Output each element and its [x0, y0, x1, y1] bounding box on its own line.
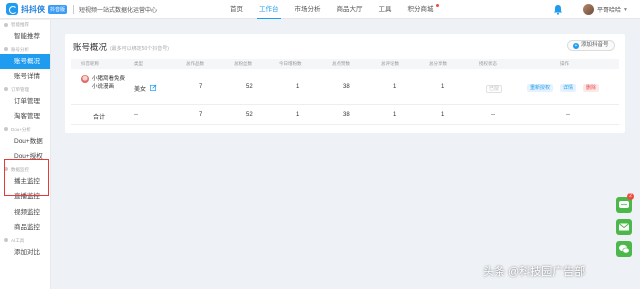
total-type: --	[134, 112, 138, 118]
envelope-icon	[618, 223, 630, 231]
cell-works: 7	[199, 84, 203, 90]
add-button-label: 添加抖音号	[581, 42, 609, 48]
account-avatar	[81, 75, 89, 83]
sidebar: 智能推荐 智能推荐 账号分析 账号概况 账号详情 订单管理 订单管理 淘客管理 …	[0, 20, 51, 289]
delete-button[interactable]: 删除	[583, 84, 600, 92]
highlight-box	[4, 159, 49, 196]
total-auth: --	[491, 112, 495, 118]
notification-dot	[435, 4, 439, 7]
main-nav: 首页 工作台 市场分析 商品大厅 工具 积分商城	[222, 0, 442, 19]
sidebar-item-add-compare[interactable]: 添加对比	[0, 245, 50, 261]
total-shares: 1	[441, 112, 445, 118]
total-actions: --	[566, 112, 570, 118]
user-menu[interactable]: 平哥哈哈 ▼	[583, 0, 628, 19]
col-nickname: 抖音昵称	[81, 61, 99, 66]
cell-type: 美女	[134, 87, 147, 93]
col-works: 总作品数	[186, 61, 204, 66]
account-nickname: 小猪窝看免费小说漫画	[92, 76, 126, 90]
nav-home[interactable]: 首页	[222, 0, 251, 19]
sidebar-group-label: Dou+分析	[11, 126, 31, 132]
avatar	[583, 4, 594, 15]
sidebar-group-recommend: 智能推荐	[0, 20, 50, 29]
col-today-fans: 今日增粉数	[279, 61, 302, 66]
app-name: 抖抖侠	[21, 4, 45, 14]
sidebar-item-goods-monitor[interactable]: 商品监控	[0, 220, 50, 236]
total-works: 7	[199, 112, 203, 118]
sidebar-group-account: 账号分析	[0, 45, 50, 54]
nav-tools[interactable]: 工具	[371, 0, 400, 19]
sidebar-item-account-detail[interactable]: 账号详情	[0, 69, 50, 85]
table-header: 抖音昵称 类型 总作品数 总粉丝数 今日增粉数 总点赞数 总评论数 总分享数 授…	[71, 59, 619, 69]
col-auth: 授权状态	[479, 61, 497, 66]
sidebar-item-smart-recommend[interactable]: 智能推荐	[0, 29, 50, 45]
mail-icon[interactable]	[616, 219, 632, 235]
cell-shares: 1	[441, 84, 445, 90]
reauthorize-button[interactable]: 重新授权	[527, 84, 554, 92]
chevron-down-icon: ▼	[623, 6, 628, 13]
sidebar-item-taoke-manage[interactable]: 淘客管理	[0, 109, 50, 125]
nav-points-mall-label: 积分商城	[407, 6, 434, 13]
page-title: 账号概况 (最多可以绑定50个抖音号)	[73, 41, 169, 53]
total-comments: 1	[393, 112, 397, 118]
app-tagline: 短视频一站式数据化运营中心	[73, 4, 157, 14]
table-row: 小猪窝看免费小说漫画 美女 7 52 1 38 1 1 已授 重新授权 详情 删…	[71, 71, 619, 105]
wechat-logo-icon	[619, 244, 630, 254]
detail-button[interactable]: 详情	[560, 84, 577, 92]
group-icon	[4, 47, 8, 51]
col-fans: 总粉丝数	[234, 61, 252, 66]
nav-workbench[interactable]: 工作台	[251, 0, 287, 19]
app-badge: 抖音版	[48, 4, 68, 14]
total-fans: 52	[246, 112, 253, 118]
chat-badge: 2	[627, 193, 634, 200]
nav-market-analysis[interactable]: 市场分析	[287, 0, 329, 19]
page-subtitle: (最多可以绑定50个抖音号)	[110, 46, 169, 52]
group-icon	[4, 22, 8, 27]
col-comments: 总评论数	[381, 61, 399, 66]
col-type: 类型	[134, 61, 143, 66]
user-name: 平哥哈哈	[597, 8, 622, 14]
watermark: 头条 @科技园广告部	[483, 266, 586, 278]
total-likes: 38	[343, 112, 350, 118]
sidebar-item-account-overview[interactable]: 账号概况	[0, 53, 50, 69]
group-icon	[4, 127, 8, 131]
total-today-fans: 1	[296, 112, 300, 118]
sidebar-group-label: AI工具	[11, 237, 25, 243]
sidebar-group-dou: Dou+分析	[0, 125, 50, 134]
cell-likes: 38	[343, 84, 350, 90]
add-douyin-account-button[interactable]: + 添加抖音号	[567, 40, 615, 51]
nav-goods-hall[interactable]: 商品大厅	[329, 0, 371, 19]
cell-today-fans: 1	[296, 84, 300, 90]
sidebar-group-ai: AI工具	[0, 236, 50, 245]
sidebar-group-label: 智能推荐	[11, 22, 29, 27]
sidebar-group-orders: 订单管理	[0, 85, 50, 94]
sidebar-item-order-manage[interactable]: 订单管理	[0, 94, 50, 110]
plus-icon: +	[573, 42, 579, 49]
logo-icon	[6, 3, 18, 15]
wechat-icon[interactable]	[616, 241, 632, 257]
bell-icon[interactable]	[553, 4, 563, 15]
total-label: 合计	[93, 115, 106, 121]
table-total-row: 合计 -- 7 52 1 38 1 1 -- --	[71, 107, 619, 125]
sidebar-group-label: 订单管理	[11, 86, 29, 92]
col-shares: 总分享数	[429, 61, 447, 66]
auth-status-badge: 已授	[486, 85, 503, 93]
edit-icon[interactable]	[150, 84, 157, 91]
sidebar-group-label: 账号分析	[11, 46, 29, 52]
col-actions: 操作	[560, 61, 569, 66]
top-bar: 抖抖侠 抖音版 短视频一站式数据化运营中心 首页 工作台 市场分析 商品大厅 工…	[0, 0, 640, 19]
page-title-text: 账号概况	[73, 42, 108, 52]
app-logo[interactable]: 抖抖侠 抖音版	[6, 0, 68, 19]
sidebar-item-video-monitor[interactable]: 视频监控	[0, 205, 50, 221]
group-icon	[4, 87, 8, 91]
cell-comments: 1	[393, 84, 397, 90]
account-overview-panel: 账号概况 (最多可以绑定50个抖音号) + 添加抖音号 抖音昵称 类型 总作品数 总…	[65, 34, 625, 133]
col-likes: 总点赞数	[332, 61, 350, 66]
sidebar-item-dou-data[interactable]: Dou+数据	[0, 134, 50, 150]
nav-points-mall[interactable]: 积分商城	[400, 0, 442, 19]
group-icon	[4, 238, 8, 242]
cell-fans: 52	[246, 84, 253, 90]
